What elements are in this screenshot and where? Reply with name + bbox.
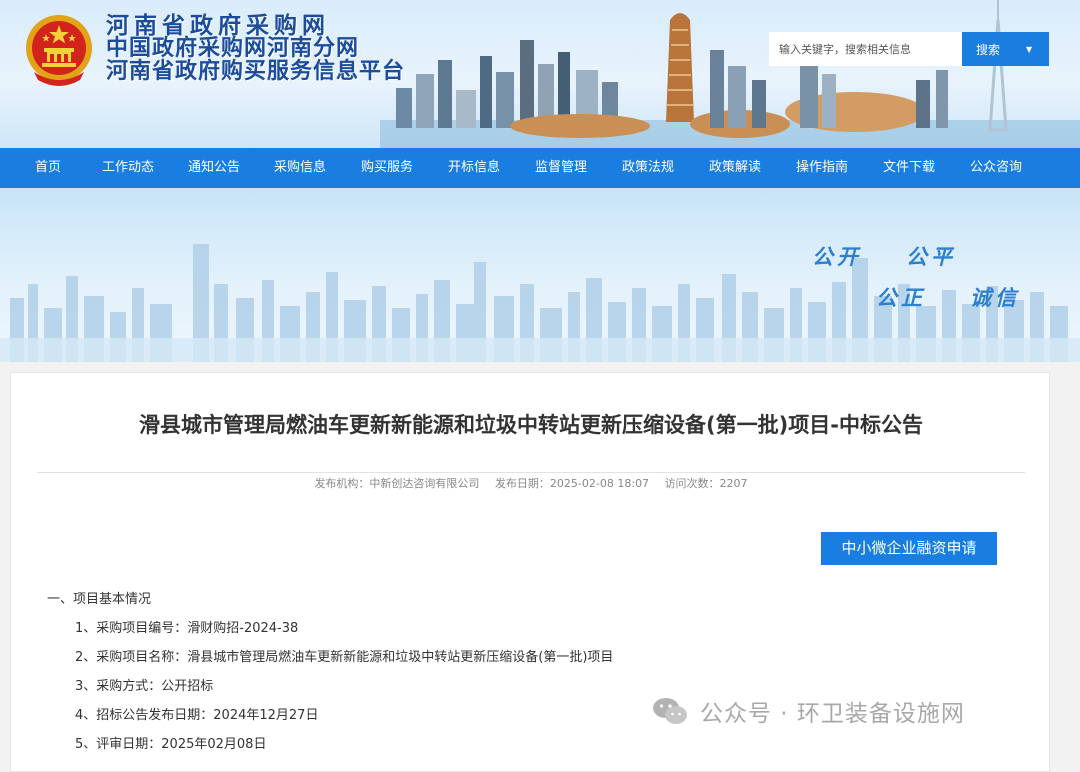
article-meta: 发布机构：中新创达咨询有限公司 发布日期：2025-02-08 18:07 访问… (11, 475, 1051, 491)
national-emblem-icon (26, 15, 92, 86)
nav-item-home[interactable]: 首页 (0, 148, 96, 188)
nav-item-consultation[interactable]: 公众咨询 (964, 148, 1028, 188)
wechat-watermark: 公众号 · 环卫装备设施网 (652, 694, 965, 728)
slogan-integrity: 诚信 (970, 285, 1020, 310)
meta-publisher: 发布机构：中新创达咨询有限公司 (314, 477, 480, 490)
nav-item-policy-interpretation[interactable]: 政策解读 (680, 148, 790, 188)
site-header: 河南省政府采购网 中国政府采购网河南分网 河南省政府购买服务信息平台 输入关键字… (0, 0, 1080, 148)
section-title: 一、项目基本情况 (47, 592, 152, 607)
nav-item-downloads[interactable]: 文件下载 (854, 148, 964, 188)
nav-item-guide[interactable]: 操作指南 (790, 148, 854, 188)
site-title-secondary: 中国政府采购网河南分网 (106, 35, 360, 61)
site-title-primary: 河南省政府采购网 (106, 12, 330, 39)
article-title: 滑县城市管理局燃油车更新新能源和垃圾中转站更新压缩设备(第一批)项目-中标公告 (139, 413, 923, 437)
info-project-number: 1、采购项目编号：滑财购招-2024-38 (75, 621, 299, 636)
info-announcement-date: 4、招标公告发布日期：2024年12月27日 (75, 708, 319, 723)
info-procurement-method: 3、采购方式：公开招标 (75, 679, 214, 694)
search-bar: 搜索 ▼ (769, 32, 1049, 66)
search-button[interactable]: 搜索 ▼ (962, 32, 1049, 66)
meta-date: 发布日期：2025-02-08 18:07 (494, 477, 650, 490)
banner-skyline-illustration (0, 244, 1080, 362)
search-input[interactable] (769, 32, 962, 66)
site-titles: 河南省政府采购网 中国政府采购网河南分网 河南省政府购买服务信息平台 (106, 14, 405, 83)
search-button-label: 搜索 (976, 42, 1001, 57)
slogan-just: 公正 (876, 285, 926, 310)
info-project-name: 2、采购项目名称：滑县城市管理局燃油车更新新能源和垃圾中转站更新压缩设备(第一批… (75, 650, 614, 665)
title-divider (37, 472, 1025, 473)
nav-item-procurement-info[interactable]: 采购信息 (268, 148, 332, 188)
sme-finance-apply-button[interactable]: 中小微企业融资申请 (821, 532, 997, 565)
nav-item-bid-opening[interactable]: 开标信息 (442, 148, 506, 188)
banner: 公开 公平 公正 诚信 (0, 188, 1080, 362)
nav-item-supervision[interactable]: 监督管理 (506, 148, 616, 188)
nav-item-policies[interactable]: 政策法规 (616, 148, 680, 188)
slogan-fair: 公平 (906, 244, 956, 269)
meta-views: 访问次数：2207 (664, 477, 748, 490)
nav-item-purchase-services[interactable]: 购买服务 (332, 148, 442, 188)
header-skyline-illustration (380, 0, 1080, 148)
nav-item-work-news[interactable]: 工作动态 (96, 148, 160, 188)
info-review-date: 5、评审日期：2025年02月08日 (75, 737, 267, 752)
watermark-text: 公众号 · 环卫装备设施网 (700, 701, 965, 727)
wechat-icon (653, 698, 687, 724)
site-title-tertiary: 河南省政府购买服务信息平台 (106, 58, 406, 84)
main-nav: 首页 工作动态 通知公告 采购信息 购买服务 开标信息 监督管理 政策法规 政策… (0, 148, 1080, 188)
slogan-open: 公开 (812, 244, 862, 269)
chevron-down-icon[interactable]: ▼ (1026, 45, 1032, 54)
nav-item-notices[interactable]: 通知公告 (160, 148, 268, 188)
